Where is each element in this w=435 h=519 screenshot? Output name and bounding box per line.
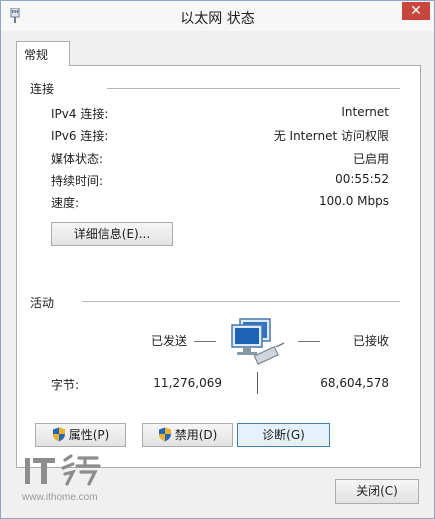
network-computers-icon <box>231 318 285 365</box>
bytes-separator <box>257 372 258 394</box>
uac-shield-icon <box>52 427 65 442</box>
media-state-value: 已启用 <box>352 152 389 166</box>
speed-value: 100.0 Mbps <box>318 194 389 208</box>
ipv6-value: 无 Internet 访问权限 <box>273 129 389 143</box>
uac-shield-icon <box>158 427 171 442</box>
connection-heading: 连接 <box>30 82 55 96</box>
ipv4-label: IPv4 连接: <box>51 107 109 121</box>
duration-label: 持续时间: <box>51 174 104 188</box>
properties-button-label: 属性(P) <box>68 428 110 442</box>
diagnose-button[interactable]: 诊断(G) <box>237 423 330 447</box>
title-bar: 以太网 状态 ✕ <box>1 1 434 31</box>
general-panel: 连接 IPv4 连接: Internet IPv6 连接: 无 Internet… <box>16 65 421 468</box>
disable-button-label: 禁用(D) <box>174 428 218 442</box>
tab-general-label: 常规 <box>24 48 49 62</box>
status-window: 以太网 状态 ✕ 常规 连接 IPv4 连接: Internet IPv6 连接… <box>0 0 435 519</box>
close-button[interactable]: 关闭(C) <box>335 479 419 504</box>
ipv4-value: Internet <box>341 105 389 119</box>
ithome-logo <box>25 454 101 486</box>
speed-label: 速度: <box>51 196 80 210</box>
received-label: 已接收 <box>352 334 389 348</box>
disable-button[interactable]: 禁用(D) <box>142 423 233 447</box>
close-icon[interactable]: ✕ <box>402 2 430 20</box>
bytes-received-value: 68,604,578 <box>320 376 389 390</box>
media-state-label: 媒体状态: <box>51 152 104 166</box>
connection-divider <box>107 88 400 89</box>
received-line <box>298 341 320 342</box>
duration-value: 00:55:52 <box>335 172 389 186</box>
activity-divider <box>82 301 400 302</box>
ipv6-label: IPv6 连接: <box>51 129 109 143</box>
activity-heading: 活动 <box>30 296 55 310</box>
bytes-sent-value: 11,276,069 <box>153 376 222 390</box>
sent-label: 已发送 <box>151 334 188 348</box>
bytes-label: 字节: <box>51 378 80 392</box>
ithome-url: www.ithome.com <box>22 492 98 503</box>
window-title: 以太网 状态 <box>180 11 255 27</box>
tab-general[interactable]: 常规 <box>16 41 70 66</box>
properties-button[interactable]: 属性(P) <box>35 423 126 447</box>
details-button[interactable]: 详细信息(E)... <box>51 222 173 246</box>
sent-line <box>194 341 216 342</box>
